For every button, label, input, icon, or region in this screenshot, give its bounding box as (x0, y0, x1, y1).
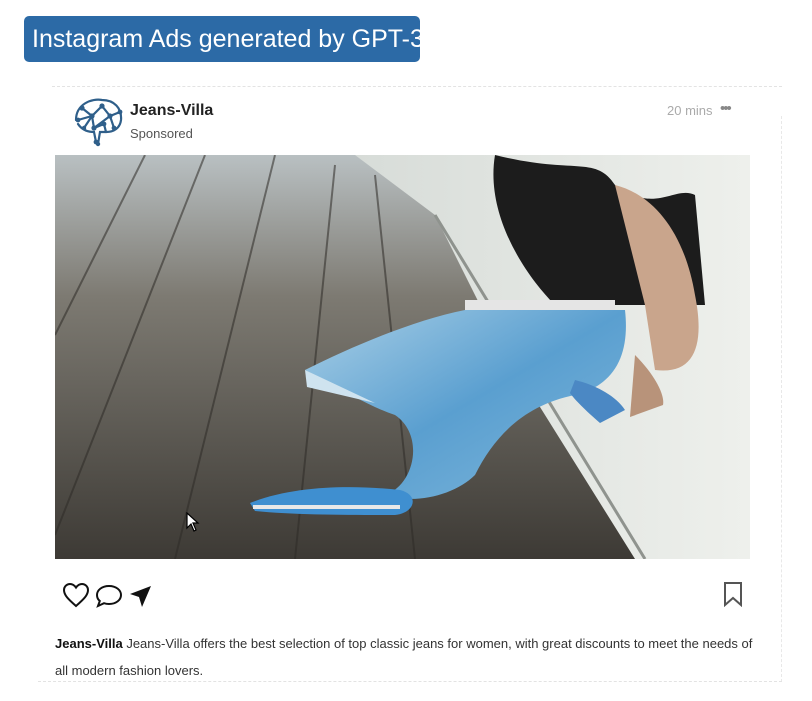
card-border-top (52, 86, 782, 87)
post-image (55, 155, 750, 559)
post-caption: Jeans-Villa Jeans-Villa offers the best … (55, 630, 755, 684)
caption-username[interactable]: Jeans-Villa (55, 636, 123, 651)
heart-outline-icon[interactable] (62, 582, 90, 608)
brain-network-logo-icon[interactable] (70, 94, 126, 150)
post-timestamp: 20 mins (667, 103, 713, 118)
bookmark-icon[interactable] (722, 581, 744, 607)
page-title-banner: Instagram Ads generated by GPT-3 (24, 16, 424, 62)
paper-plane-icon[interactable] (128, 584, 154, 610)
more-options-icon[interactable]: ••• (720, 100, 732, 117)
sponsored-label: Sponsored (130, 126, 193, 141)
post-username[interactable]: Jeans-Villa (130, 102, 213, 120)
speech-bubble-icon[interactable] (95, 583, 123, 609)
mouse-pointer-icon (186, 512, 200, 532)
card-border-right (781, 116, 782, 682)
caption-text: Jeans-Villa offers the best selection of… (55, 636, 753, 678)
